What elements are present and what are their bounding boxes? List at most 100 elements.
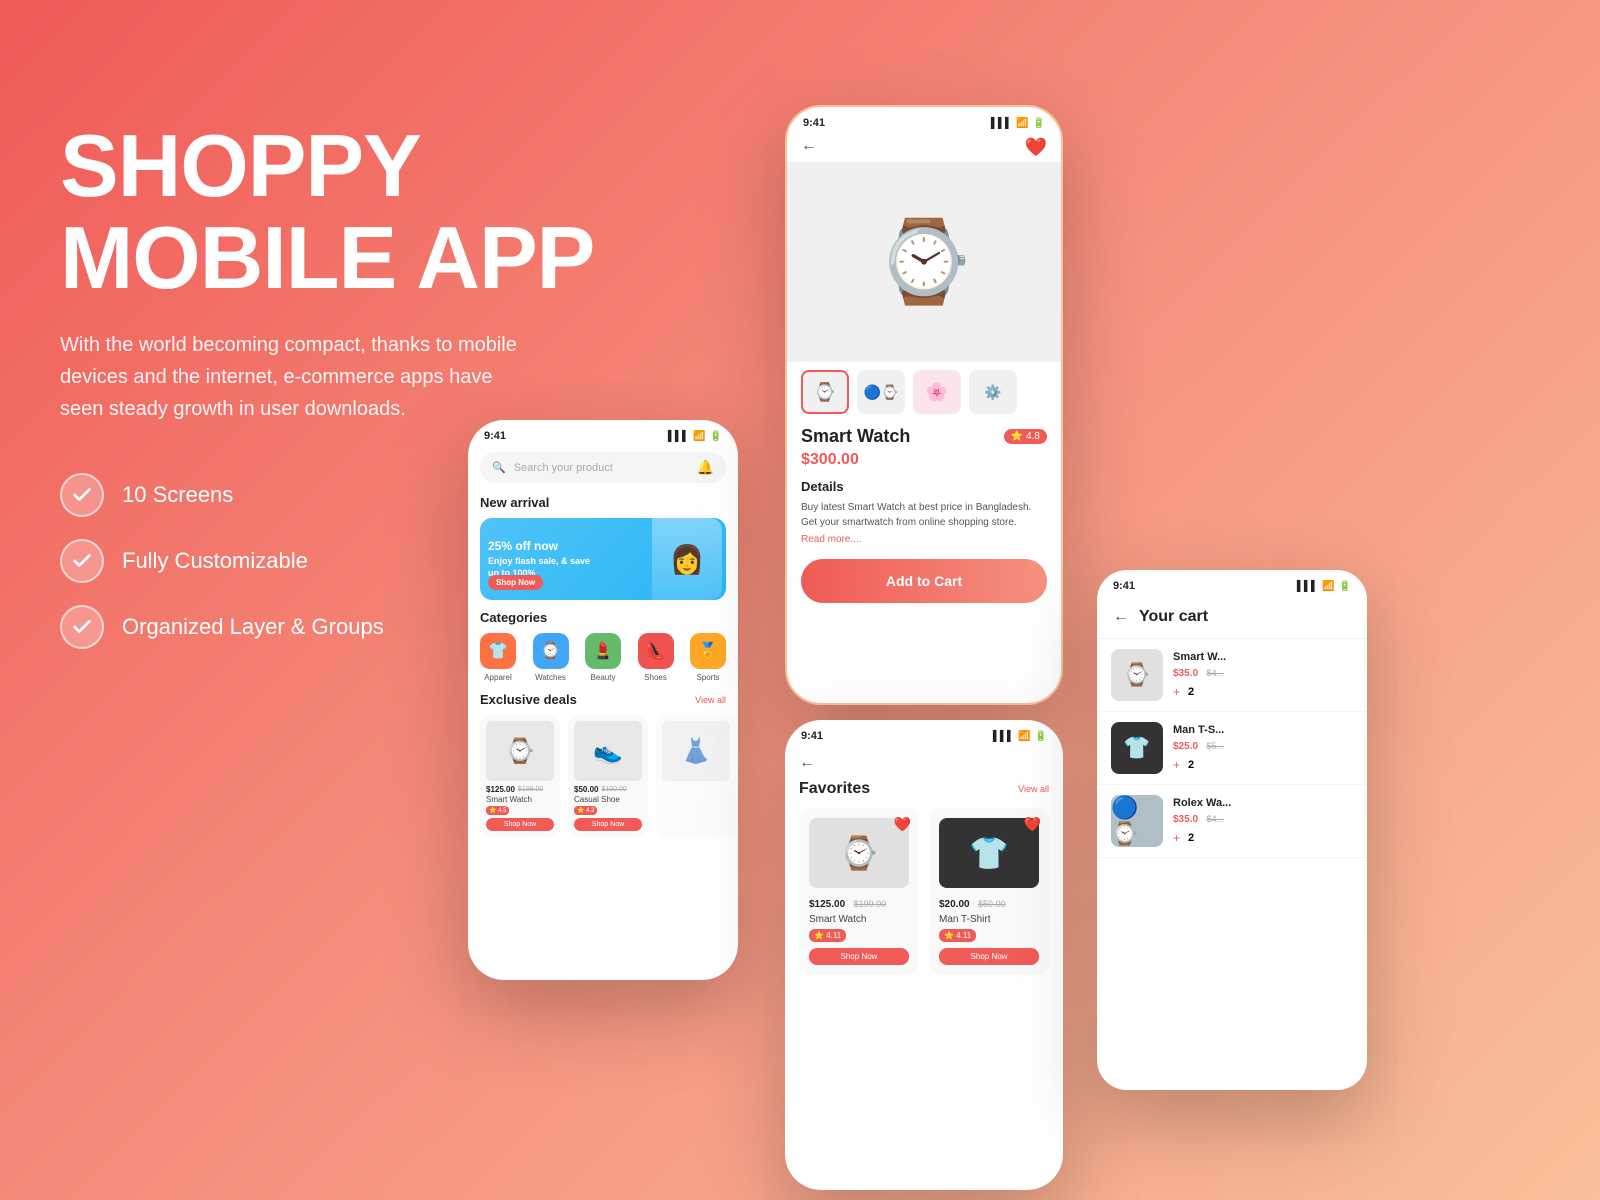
cat-label-shoes: Shoes — [644, 673, 667, 682]
qty-num-2: 2 — [1188, 759, 1194, 771]
fav-back-button[interactable]: ← — [799, 754, 815, 772]
cat-icon-watches: ⌚ — [533, 633, 569, 669]
cat-icon-shoes: 👠 — [638, 633, 674, 669]
qty-control-2: + 2 — [1173, 758, 1353, 772]
status-bar-2: 9:41 ▌▌▌ 📶 🔋 — [787, 107, 1061, 133]
cat-apparel[interactable]: 👕 Apparel — [480, 633, 516, 682]
rating-value: 4.8 — [1026, 431, 1040, 442]
cart-item-img-1: ⌚ — [1111, 649, 1163, 701]
phone-cart: 9:41 ▌▌▌ 📶 🔋 ← Your cart ⌚ Smart W... $3… — [1097, 570, 1367, 1090]
product-price-1: $125.00 — [486, 785, 515, 794]
heart-icon-2[interactable]: ♡ — [633, 721, 642, 732]
thumb-3[interactable]: 🌸 — [913, 370, 961, 414]
cart-item-price-3: $35.0 — [1173, 814, 1198, 825]
shop-btn-2[interactable]: Shop Now — [574, 818, 642, 831]
cat-sports[interactable]: 🏅 Sports — [690, 633, 726, 682]
fav-heart-2[interactable]: ❤️ — [1024, 816, 1041, 833]
cart-item-price-2: $25.0 — [1173, 741, 1198, 752]
product-card-2[interactable]: ♡ 👟 $50.00 $100.00 Casual Shoe ⭐ 4.3 Sho… — [568, 715, 648, 837]
detail-price: $300.00 — [801, 451, 1047, 469]
cat-label-watches: Watches — [535, 673, 566, 682]
fav-view-all[interactable]: View all — [1018, 784, 1049, 794]
cart-item-prices-3: $35.0 $4... — [1173, 809, 1353, 827]
cart-item-price-1: $35.0 — [1173, 668, 1198, 679]
product-img-1: ⌚ — [486, 721, 554, 781]
read-more-link[interactable]: Read more.... — [801, 534, 1047, 545]
cart-item-prices-2: $25.0 $5... — [1173, 736, 1353, 754]
cat-label-apparel: Apparel — [484, 673, 512, 682]
fav-oldprice-2: $50.00 — [978, 899, 1006, 909]
status-time-2: 9:41 — [803, 117, 825, 129]
cart-item-info-2: Man T-S... $25.0 $5... + 2 — [1173, 724, 1353, 772]
cart-item-oldprice-3: $4... — [1206, 814, 1224, 824]
rating-badge-1: ⭐ 4.5 — [486, 806, 509, 815]
qty-minus-1[interactable]: + — [1173, 685, 1180, 699]
cat-watches[interactable]: ⌚ Watches — [533, 633, 569, 682]
banner-shop-btn[interactable]: Shop Now — [488, 575, 543, 590]
cart-item-img-3: 🔵⌚ — [1111, 795, 1163, 847]
check-icon-2 — [60, 539, 104, 583]
qty-plus-2[interactable]: + — [1173, 758, 1180, 772]
cart-item-info-1: Smart W... $35.0 $4... + 2 — [1173, 651, 1353, 699]
fav-shop-btn-2[interactable]: Shop Now — [939, 948, 1039, 965]
fav-card-2[interactable]: ❤️ 👕 $20.00 $50.00 Man T-Shirt ⭐ 4.11 Sh… — [929, 808, 1049, 975]
search-bar[interactable]: 🔍 Search your product 🔔 — [480, 452, 726, 483]
phone-favorites: 9:41 ▌▌▌ 📶 🔋 ← Favorites View all ❤️ ⌚ $… — [785, 720, 1063, 1190]
product-name-1: Smart Watch — [486, 795, 554, 804]
cat-icon-beauty: 💄 — [585, 633, 621, 669]
wifi-icon-2: 📶 — [1016, 118, 1028, 129]
notification-icon: 🔔 — [697, 459, 714, 476]
detail-name-row: Smart Watch ⭐ 4.8 — [801, 426, 1047, 447]
add-to-cart-button[interactable]: Add to Cart — [801, 559, 1047, 603]
detail-description: Buy latest Smart Watch at best price in … — [801, 500, 1047, 530]
check-icon-1 — [60, 473, 104, 517]
status-time-3: 9:41 — [801, 730, 823, 742]
cart-item-2[interactable]: 👕 Man T-S... $25.0 $5... + 2 — [1097, 712, 1367, 785]
cart-item-name-1: Smart W... — [1173, 651, 1353, 663]
shop-btn-1[interactable]: Shop Now — [486, 818, 554, 831]
cart-item-3[interactable]: 🔵⌚ Rolex Wa... $35.0 $4... + 2 — [1097, 785, 1367, 858]
product-card-3: 👗 — [656, 715, 736, 837]
heart-icon-1[interactable]: ♡ — [545, 721, 554, 732]
fav-heart-1[interactable]: ❤️ — [894, 816, 911, 833]
app-title-line1: SHOPPY — [60, 116, 421, 215]
cart-item-1[interactable]: ⌚ Smart W... $35.0 $4... + 2 — [1097, 639, 1367, 712]
rating-badge-2: ⭐ 4.3 — [574, 806, 597, 815]
status-icons-1: ▌▌▌ 📶 🔋 — [668, 431, 722, 442]
favorites-grid: ❤️ ⌚ $125.00 $199.00 Smart Watch ⭐ 4.11 … — [785, 808, 1063, 975]
product-rating-2: ⭐ 4.3 — [574, 806, 642, 815]
details-label: Details — [801, 479, 1047, 494]
cat-icon-apparel: 👕 — [480, 633, 516, 669]
thumb-4[interactable]: ⚙️ — [969, 370, 1017, 414]
view-all-deals[interactable]: View all — [695, 695, 726, 705]
products-row: ♡ ⌚ $125.00 $199.00 Smart Watch ⭐ 4.5 Sh… — [480, 715, 726, 837]
deals-header: Exclusive deals View all — [480, 692, 726, 707]
cart-header: ← Your cart — [1097, 596, 1367, 639]
cat-shoes[interactable]: 👠 Shoes — [638, 633, 674, 682]
detail-info: Smart Watch ⭐ 4.8 $300.00 Details Buy la… — [787, 426, 1061, 545]
product-card-1[interactable]: ♡ ⌚ $125.00 $199.00 Smart Watch ⭐ 4.5 Sh… — [480, 715, 560, 837]
fav-card-1[interactable]: ❤️ ⌚ $125.00 $199.00 Smart Watch ⭐ 4.11 … — [799, 808, 919, 975]
cart-back-button[interactable]: ← — [1113, 608, 1129, 626]
app-subtitle: With the world becoming compact, thanks … — [60, 329, 540, 425]
fav-nav: ← — [785, 746, 1063, 780]
fav-price-2: $20.00 — [939, 899, 970, 910]
app-title-line2: MOBILE APP — [60, 208, 594, 307]
fav-shop-btn-1[interactable]: Shop Now — [809, 948, 909, 965]
detail-nav: ← ❤️ — [787, 133, 1061, 162]
fav-price-row-2: $20.00 $50.00 — [939, 894, 1039, 912]
favorite-heart-icon[interactable]: ❤️ — [1025, 137, 1047, 158]
signal-icon-3: ▌▌▌ — [993, 731, 1014, 742]
cart-item-info-3: Rolex Wa... $35.0 $4... + 2 — [1173, 797, 1353, 845]
thumb-1[interactable]: ⌚ — [801, 370, 849, 414]
product-img-2: 👟 — [574, 721, 642, 781]
banner-line1: 25% off now — [488, 538, 590, 555]
cat-beauty[interactable]: 💄 Beauty — [585, 633, 621, 682]
battery-icon-2: 🔋 — [1033, 118, 1045, 129]
qty-plus-3[interactable]: + — [1173, 831, 1180, 845]
back-button[interactable]: ← — [801, 137, 817, 158]
fav-name-1: Smart Watch — [809, 914, 909, 925]
banner[interactable]: 25% off now Enjoy flash sale, & save up … — [480, 518, 726, 600]
product-price-2: $50.00 — [574, 785, 598, 794]
thumb-2[interactable]: 🔵⌚ — [857, 370, 905, 414]
